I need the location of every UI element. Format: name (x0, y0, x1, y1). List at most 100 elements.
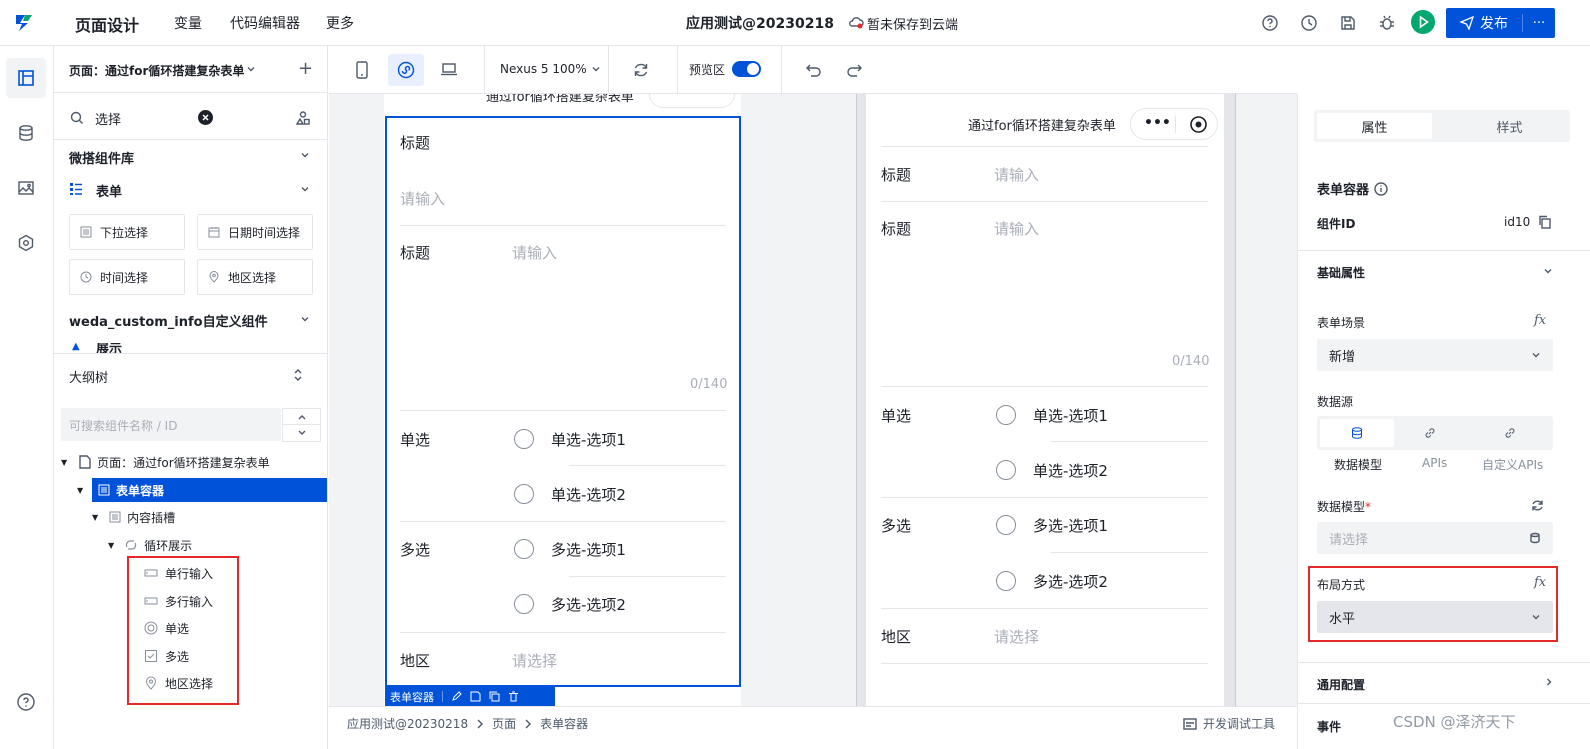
chevron-down-icon[interactable] (246, 64, 256, 74)
publish-button[interactable]: 发布 (1446, 8, 1522, 38)
rail-pages-button[interactable] (6, 58, 46, 98)
copy-icon[interactable] (1538, 215, 1552, 229)
checkbox-circle[interactable] (514, 594, 534, 614)
basic-props-header[interactable]: 基础属性 (1317, 264, 1365, 281)
region-select-placeholder[interactable]: 请选择 (994, 626, 1039, 647)
checkbox-option[interactable]: 多选-选项1 (1033, 515, 1108, 536)
page-selector[interactable]: 页面：通过for循环搭建复杂表单 (69, 62, 244, 79)
datasource-tab-model-label[interactable]: 数据模型 (1334, 456, 1382, 473)
events-header[interactable]: 事件 (1317, 718, 1341, 735)
dev-tools-button[interactable]: 开发调试工具 (1183, 715, 1275, 732)
tree-row-radio[interactable]: 单选 (54, 616, 327, 640)
rail-help-button[interactable] (6, 682, 46, 722)
datasource-tab-apis-label[interactable]: APIs (1422, 456, 1447, 470)
textarea-placeholder[interactable]: 请输入 (994, 218, 1039, 239)
outline-search-input[interactable]: 可搜索组件名称 / ID (61, 408, 281, 441)
breadcrumb-component[interactable]: 表单容器 (540, 715, 588, 732)
data-model-select[interactable]: 请选择 (1317, 522, 1553, 554)
chevron-down-icon[interactable] (1543, 266, 1553, 276)
custom-group-title[interactable]: weda_custom_info自定义组件 (69, 311, 268, 330)
clear-search-icon[interactable] (198, 110, 213, 125)
chevron-down-icon[interactable] (300, 184, 310, 194)
preview-toggle-switch[interactable] (732, 61, 761, 77)
rail-data-button[interactable] (6, 113, 46, 153)
refresh-icon[interactable] (1530, 498, 1545, 513)
component-region[interactable]: 地区选择 (197, 259, 313, 295)
publish-more-button[interactable]: ··· (1523, 8, 1555, 38)
expand-collapse-icon[interactable] (292, 368, 304, 382)
shapes-icon[interactable] (295, 110, 311, 126)
fx-icon[interactable]: fx (1534, 575, 1546, 590)
tree-row-single-input[interactable]: 单行输入 (54, 561, 327, 585)
breadcrumb-app[interactable]: 应用测试@20230218 (347, 715, 468, 732)
component-select[interactable]: 下拉选择 (69, 214, 185, 250)
checkbox-option[interactable]: 多选-选项2 (1033, 571, 1108, 592)
radio-option[interactable]: 单选-选项2 (1033, 460, 1108, 481)
debug-bug-icon[interactable] (1377, 13, 1397, 33)
radio-circle[interactable] (996, 460, 1016, 480)
help-icon[interactable] (1260, 13, 1280, 33)
tab-properties[interactable]: 属性 (1317, 113, 1432, 139)
chevron-right-icon[interactable] (1544, 677, 1554, 687)
tree-row-page[interactable]: ▼ 页面：通过for循环搭建复杂表单 (54, 450, 327, 474)
rail-settings-button[interactable] (6, 223, 46, 263)
fx-icon[interactable]: fx (1534, 313, 1546, 328)
redo-icon[interactable] (845, 61, 863, 79)
checkbox-circle[interactable] (996, 571, 1016, 591)
tree-row-slot[interactable]: ▼ 内容插槽 (54, 505, 327, 529)
menu-code-editor[interactable]: 代码编辑器 (230, 13, 300, 33)
checkbox-option[interactable]: 多选-选项2 (551, 594, 626, 615)
tab-styles[interactable]: 样式 (1452, 113, 1567, 139)
text-input-placeholder[interactable]: 请输入 (400, 188, 445, 209)
radio-option[interactable]: 单选-选项1 (1033, 405, 1108, 426)
save-icon[interactable] (1338, 13, 1358, 33)
laptop-device-icon[interactable] (440, 62, 458, 77)
checkbox-circle[interactable] (996, 515, 1016, 535)
tree-row-multi-input[interactable]: 多行输入 (54, 589, 327, 613)
edit-icon[interactable] (451, 691, 462, 702)
tree-row-region[interactable]: 地区选择 (54, 671, 327, 695)
rail-assets-button[interactable] (6, 168, 46, 208)
radio-circle[interactable] (996, 405, 1016, 425)
delete-icon[interactable] (508, 691, 519, 702)
save-icon[interactable] (470, 691, 481, 702)
radio-circle[interactable] (514, 484, 534, 504)
menu-more[interactable]: 更多 (326, 13, 354, 33)
device-zoom-select[interactable]: Nexus 5 100% (500, 62, 601, 76)
next-match-button[interactable] (283, 425, 320, 441)
api-link-icon[interactable] (1423, 426, 1437, 440)
component-time[interactable]: 时间选择 (69, 259, 185, 295)
region-select-placeholder[interactable]: 请选择 (512, 650, 557, 671)
form-group-title[interactable]: 表单 (96, 181, 122, 200)
capsule-more-icon[interactable]: ••• (1144, 115, 1171, 131)
miniprogram-device-button[interactable] (388, 54, 424, 86)
mobile-device-icon[interactable] (355, 61, 369, 79)
info-icon[interactable] (1374, 181, 1388, 196)
tree-row-checkbox[interactable]: 多选 (54, 644, 327, 668)
component-search-input[interactable]: 选择 (95, 109, 121, 128)
layout-select[interactable]: 水平 (1317, 601, 1553, 633)
radio-option[interactable]: 单选-选项1 (551, 429, 626, 450)
chevron-down-icon[interactable] (300, 150, 310, 160)
chevron-down-icon[interactable] (300, 314, 310, 324)
breadcrumb-page[interactable]: 页面 (492, 715, 516, 732)
checkbox-circle[interactable] (514, 539, 534, 559)
component-datetime[interactable]: 日期时间选择 (197, 214, 313, 250)
form-scene-select[interactable]: 新增 (1317, 339, 1553, 371)
textarea-placeholder[interactable]: 请输入 (512, 242, 557, 263)
add-page-button[interactable]: + (298, 58, 313, 79)
custom-api-link-icon[interactable] (1503, 426, 1517, 440)
radio-option[interactable]: 单选-选项2 (551, 484, 626, 505)
undo-icon[interactable] (805, 61, 823, 79)
tree-row-form-container[interactable]: ▼ 表单容器 (77, 478, 327, 502)
capsule-close-icon[interactable] (1189, 115, 1208, 134)
tree-row-loop[interactable]: ▼ 循环展示 (54, 533, 327, 557)
checkbox-option[interactable]: 多选-选项1 (551, 539, 626, 560)
menu-variables[interactable]: 变量 (174, 13, 202, 33)
run-preview-button[interactable] (1411, 10, 1435, 34)
radio-circle[interactable] (514, 429, 534, 449)
prev-match-button[interactable] (283, 409, 320, 425)
copy-icon[interactable] (489, 691, 500, 702)
refresh-icon[interactable] (632, 61, 650, 79)
general-config-header[interactable]: 通用配置 (1317, 676, 1365, 693)
